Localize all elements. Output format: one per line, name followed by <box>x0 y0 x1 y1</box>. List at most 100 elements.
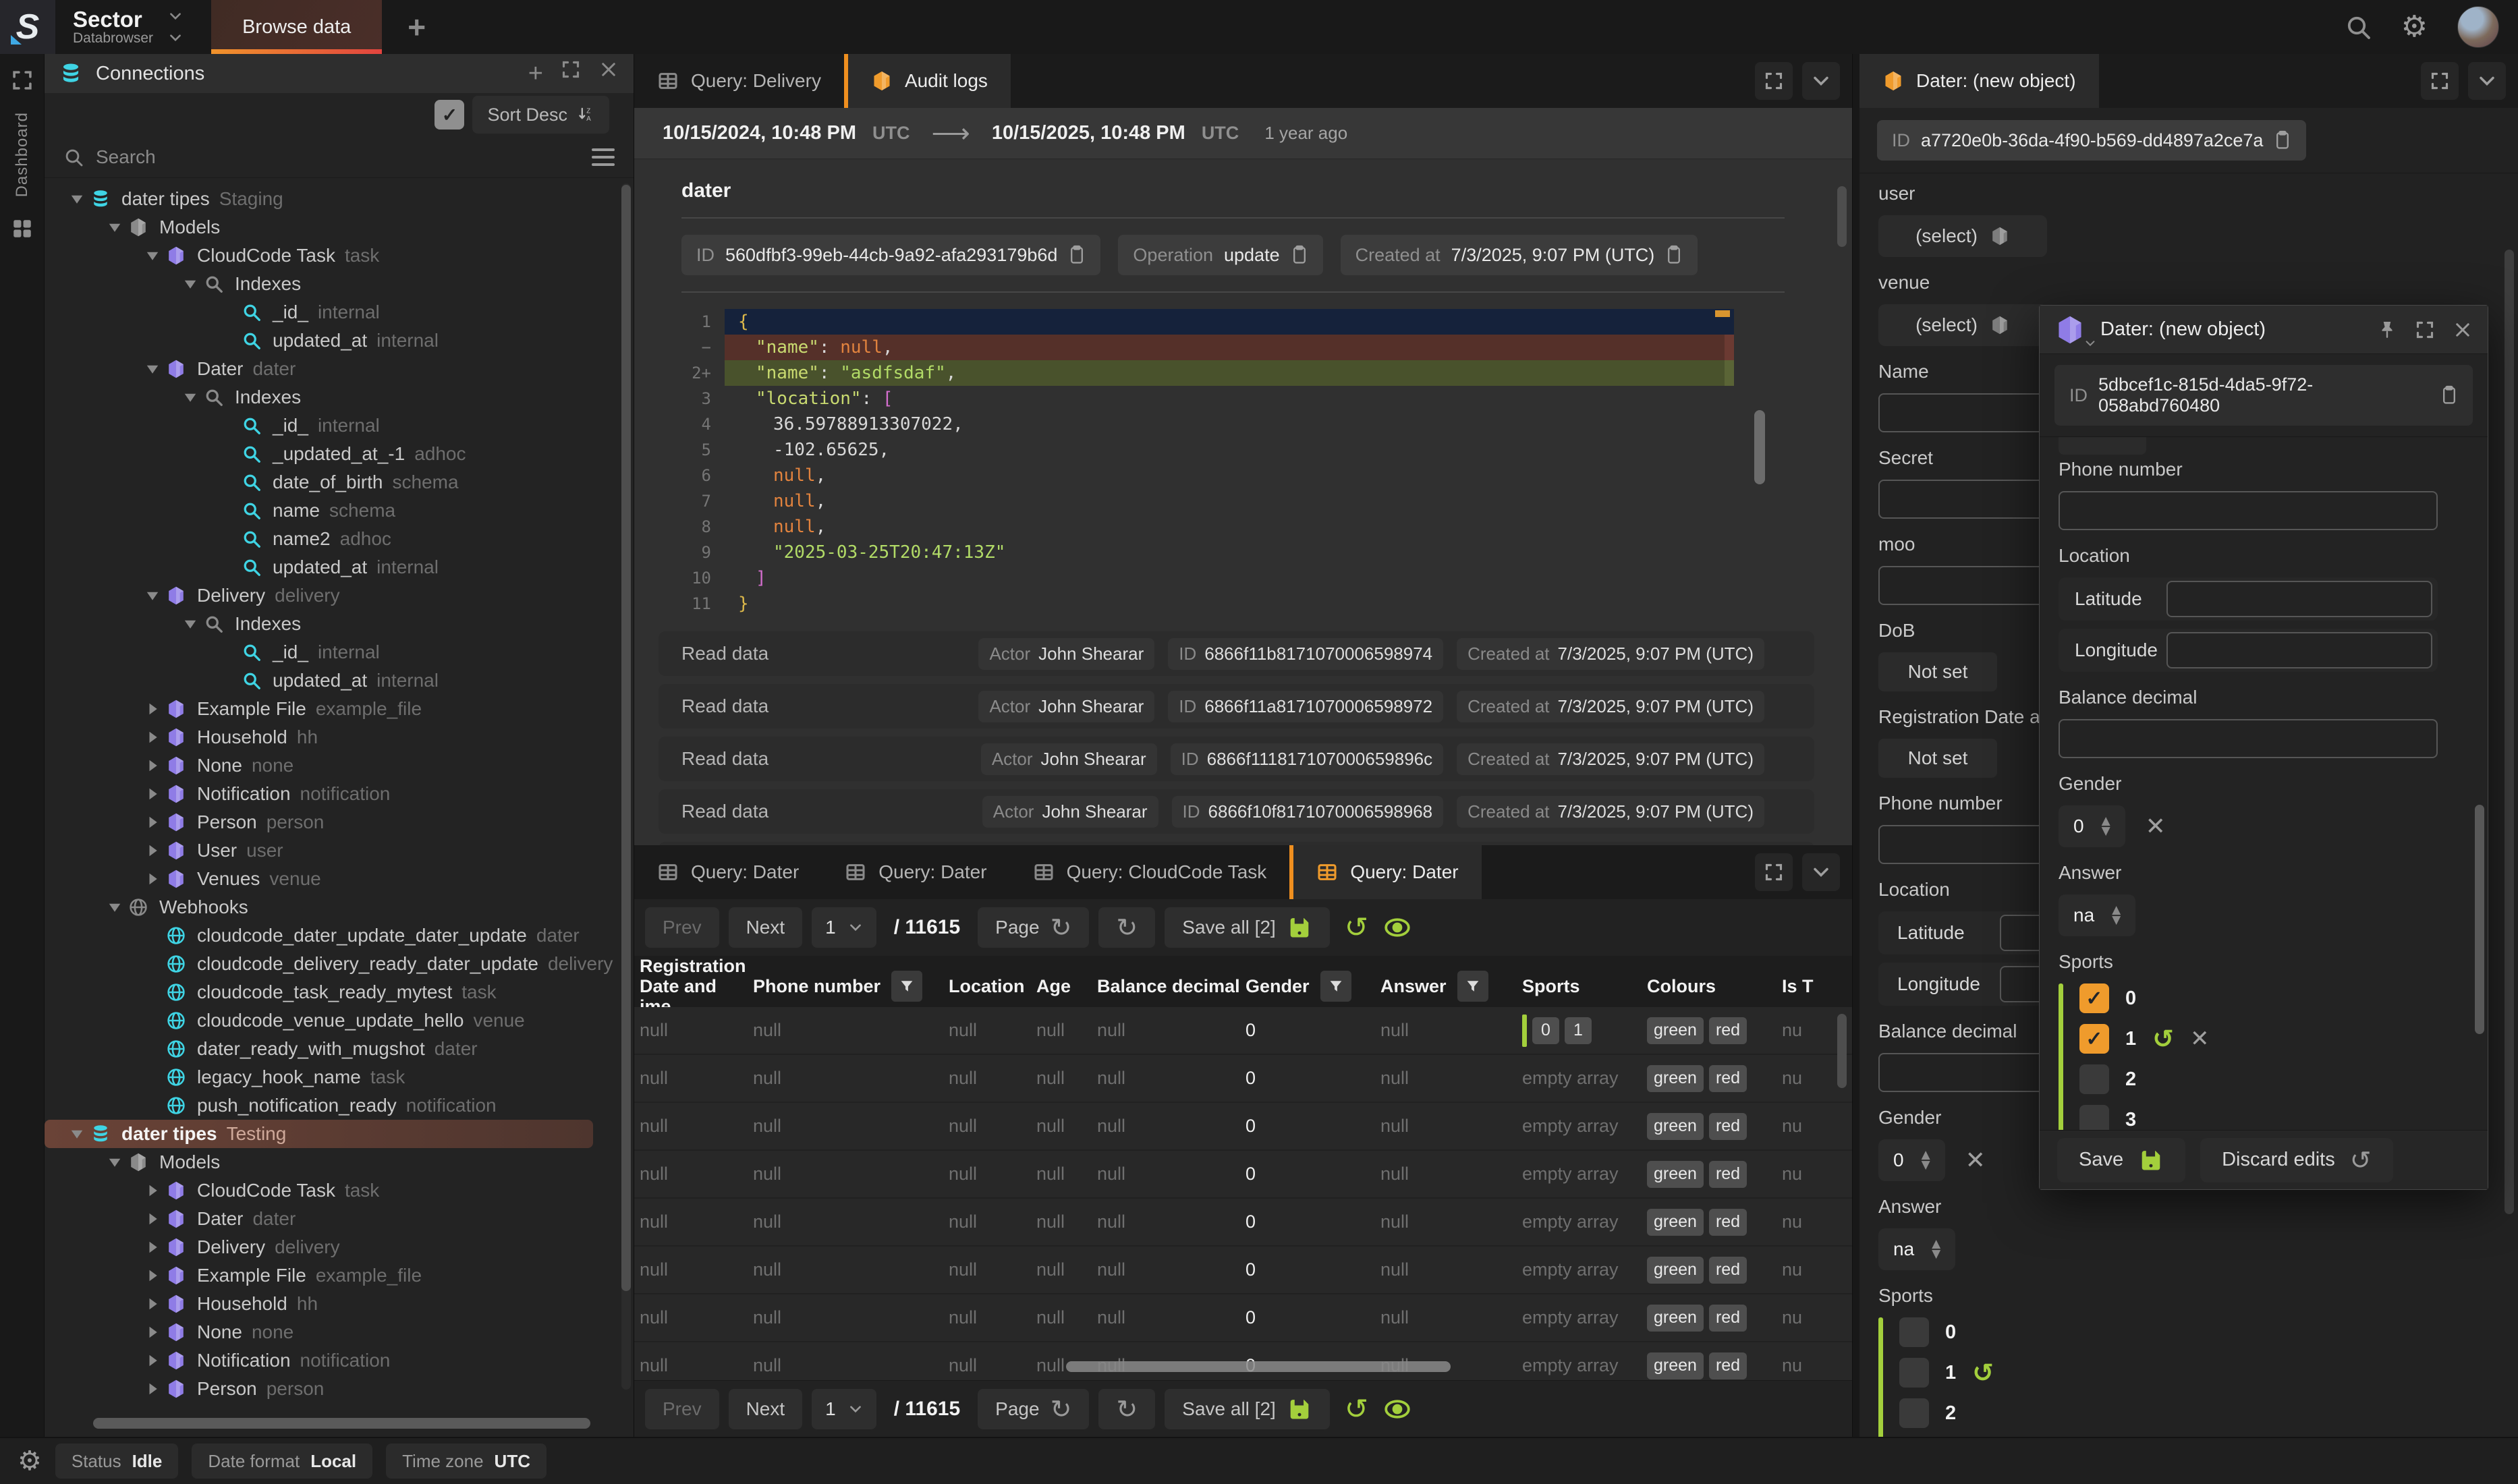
copy-icon[interactable] <box>1665 244 1683 266</box>
user-select-button[interactable]: (select) <box>1878 215 2047 257</box>
checkbox-option[interactable]: ✓1↺✕ <box>2079 1024 2209 1054</box>
audit-log-row[interactable]: Read dataActorJohn SheararID6866f10f8171… <box>659 789 1814 834</box>
code-line[interactable]: 6null, <box>681 463 1734 488</box>
checkbox-option[interactable]: 3 <box>2079 1105 2209 1130</box>
checkbox[interactable] <box>2079 1105 2109 1130</box>
table-row[interactable]: nullnullnullnullnull0null01greenrednu <box>634 1007 1852 1055</box>
clear-gender-icon[interactable]: ✕ <box>1965 1147 1986 1174</box>
column-header-is-t[interactable]: Is T <box>1782 976 1852 996</box>
undo-all-icon[interactable]: ↺ <box>1345 913 1368 942</box>
tab-query-delivery[interactable]: Query: Delivery <box>634 54 844 108</box>
app-brand[interactable]: Sector Databrowser <box>73 8 153 47</box>
caret-right-icon[interactable] <box>144 1239 161 1255</box>
search-input[interactable] <box>96 146 580 168</box>
tab-query-dater[interactable]: Query: Dater <box>1293 845 1481 899</box>
filter-funnel-button[interactable] <box>891 971 922 1002</box>
tree-item[interactable]: Models <box>45 1148 634 1176</box>
table-row[interactable]: nullnullnullnullnull0nullempty arraygree… <box>634 1103 1852 1151</box>
caret-right-icon[interactable] <box>144 758 161 774</box>
save-all-button[interactable]: Save all [2] <box>1165 907 1330 948</box>
page-select[interactable]: 1 <box>812 1389 876 1429</box>
registration-not-set-button[interactable]: Not set <box>1878 739 1997 778</box>
tree-item[interactable]: Nonenone <box>45 751 634 780</box>
stepper-arrows-icon[interactable]: ▲▼ <box>1922 1150 1930 1170</box>
prev-page-button[interactable]: Prev <box>645 907 719 948</box>
app-logo[interactable]: S <box>0 0 55 54</box>
column-header-age[interactable]: Age <box>1036 976 1097 996</box>
sidebar-scrollbar[interactable] <box>621 185 631 1291</box>
expand-icon[interactable] <box>561 59 581 80</box>
balance-field[interactable] <box>2059 719 2438 758</box>
checkbox[interactable]: ✓ <box>2079 1024 2109 1054</box>
tree-item[interactable]: updated_atinternal <box>45 326 634 355</box>
refresh-button[interactable]: ↻ <box>1098 1389 1155 1429</box>
close-icon[interactable] <box>2453 320 2473 340</box>
caret-down-icon[interactable] <box>144 588 161 604</box>
undo-icon[interactable]: ↺ <box>2152 1026 2174 1052</box>
tree-item[interactable]: Nonenone <box>45 1318 634 1346</box>
expand-button[interactable] <box>1755 62 1793 100</box>
pin-icon[interactable] <box>2377 320 2397 340</box>
preview-eye-icon[interactable] <box>1383 913 1411 942</box>
answer-stepper[interactable]: na ▲▼ <box>2059 894 2135 936</box>
page-select[interactable]: 1 <box>812 907 876 948</box>
tree-item[interactable]: dater tipesTesting <box>45 1120 593 1148</box>
collapse-button[interactable] <box>1802 62 1840 100</box>
tree-item[interactable]: Indexes <box>45 383 634 411</box>
audit-scrollbar[interactable] <box>1837 186 1847 247</box>
expand-button[interactable] <box>2421 62 2459 100</box>
copy-icon[interactable] <box>2274 130 2291 151</box>
gear-icon[interactable]: ⚙ <box>2401 12 2428 42</box>
code-line[interactable]: 3"location": [ <box>681 386 1734 411</box>
tree-item[interactable]: _id_internal <box>45 638 634 666</box>
save-all-button[interactable]: Save all [2] <box>1165 1389 1330 1429</box>
tree-item[interactable]: Webhooks <box>45 893 634 921</box>
caret-right-icon[interactable] <box>144 729 161 745</box>
tree-item[interactable]: Notificationnotification <box>45 1346 634 1375</box>
page-refresh-button[interactable]: Page↻ <box>978 1389 1089 1429</box>
code-line[interactable]: 11} <box>681 591 1734 617</box>
tree-item[interactable]: _updated_at_-1adhoc <box>45 440 634 468</box>
status-chip[interactable]: StatusIdle <box>55 1444 179 1479</box>
code-line[interactable]: 8null, <box>681 514 1734 540</box>
caret-right-icon[interactable] <box>144 1324 161 1340</box>
checkbox[interactable] <box>2079 1064 2109 1094</box>
audit-log-row[interactable]: Read dataActorJohn SheararID6866f11b8171… <box>659 631 1814 676</box>
sort-desc-button[interactable]: Sort Desc ZA <box>472 96 609 134</box>
code-line[interactable]: 436.59788913307022, <box>681 411 1734 437</box>
page-refresh-button[interactable]: Page↻ <box>978 907 1089 948</box>
caret-right-icon[interactable] <box>144 1267 161 1284</box>
checkbox-option[interactable]: 0 <box>1899 1317 1994 1347</box>
dashboard-icon[interactable] <box>11 217 34 240</box>
stepper-arrows-icon[interactable]: ▲▼ <box>2112 905 2121 925</box>
rpanel-scrollbar[interactable] <box>2505 250 2514 1214</box>
caret-down-icon[interactable] <box>107 899 123 915</box>
caret-right-icon[interactable] <box>144 814 161 830</box>
expand-button[interactable] <box>1755 853 1793 891</box>
rail-dashboard-label[interactable]: Dashboard <box>13 112 32 197</box>
json-diff-editor[interactable]: 1{−"name": null,2+"name": "asdfsdaf",3"l… <box>681 309 1734 617</box>
tree-item[interactable]: cloudcode_venue_update_hellovenue <box>45 1006 634 1035</box>
latitude-field[interactable] <box>2166 581 2432 617</box>
undo-all-icon[interactable]: ↺ <box>1345 1395 1368 1423</box>
caret-down-icon[interactable] <box>182 616 198 632</box>
clipped-button[interactable] <box>2059 437 2146 455</box>
venue-select-button[interactable]: (select) <box>1878 304 2047 346</box>
range-to[interactable]: 10/15/2025, 10:48 PM <box>992 122 1185 144</box>
gender-stepper[interactable]: 0 ▲▼ <box>1878 1139 1945 1181</box>
copy-icon[interactable] <box>2440 384 2458 406</box>
sidebar-hscrollbar[interactable] <box>93 1418 590 1429</box>
chevron-down-icon[interactable] <box>168 30 183 45</box>
table-row[interactable]: nullnullnullnullnull0nullempty arraygree… <box>634 1055 1852 1103</box>
filter-funnel-button[interactable] <box>1320 971 1351 1002</box>
caret-right-icon[interactable] <box>144 1352 161 1369</box>
range-from[interactable]: 10/15/2024, 10:48 PM <box>663 122 856 144</box>
collapse-button[interactable] <box>2468 62 2506 100</box>
tree-item[interactable]: updated_atinternal <box>45 553 634 581</box>
sort-checkbox[interactable]: ✓ <box>435 100 464 130</box>
dialog-scrollbar[interactable] <box>2475 805 2484 1034</box>
checkbox-option[interactable]: 1↺ <box>1899 1358 1994 1388</box>
search-icon[interactable] <box>2345 13 2372 40</box>
discard-edits-button[interactable]: Discard edits ↺ <box>2200 1138 2393 1182</box>
dob-not-set-button[interactable]: Not set <box>1878 652 1997 691</box>
